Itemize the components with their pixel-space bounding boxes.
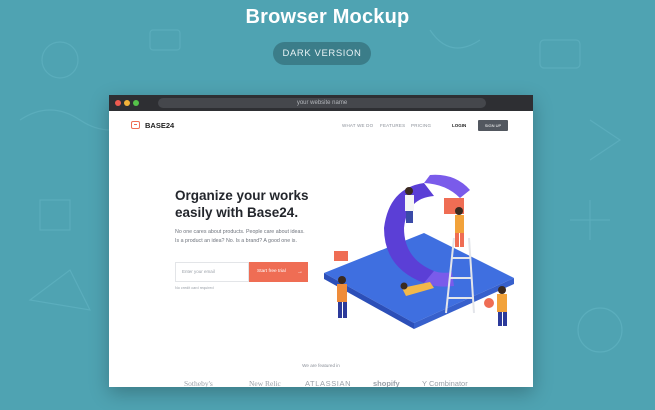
brand-name[interactable]: BASE24 (145, 121, 174, 130)
subtext-line-1: No one cares about products. People care… (175, 229, 305, 235)
site-navbar: BASE24 WHAT WE DO FEATURES PRICING LOGIN… (109, 111, 533, 133)
start-trial-button[interactable]: Start free trial → (249, 262, 308, 282)
featured-in-label: We are featured in (302, 363, 340, 368)
page-title: Browser Mockup (245, 6, 410, 28)
partner-logo-atlassian: ATLASSIAN (305, 379, 352, 387)
no-credit-card-note: No credit card required (175, 286, 214, 290)
arrow-right-icon: → (297, 269, 303, 275)
browser-window: your website name BASE24 WHAT WE DO FEAT… (109, 95, 533, 387)
headline-line-2: easily with Base24. (175, 205, 299, 220)
hero-illustration (324, 174, 514, 329)
subtext-line-2: Is a product an idea? No. Is a brand? A … (175, 238, 297, 244)
dark-version-button[interactable]: DARK VERSION (273, 42, 371, 65)
hero-headline: Organize your works easily with Base24. (175, 187, 325, 221)
email-input[interactable]: Enter your email (175, 262, 249, 282)
login-link[interactable]: LOGIN (452, 123, 466, 128)
partner-logo-ycombinator: Y Combinator (422, 379, 468, 387)
maximize-window-dot[interactable] (133, 100, 139, 106)
minimize-window-dot[interactable] (124, 100, 130, 106)
nav-pricing[interactable]: PRICING (411, 123, 431, 128)
close-window-dot[interactable] (115, 100, 121, 106)
hero-subtext: No one cares about products. People care… (175, 228, 335, 246)
partner-logo-sothebys: Sotheby's (184, 379, 213, 387)
signup-button[interactable]: SIGN UP (478, 120, 508, 131)
address-bar[interactable]: your website name (158, 98, 486, 108)
nav-what-we-do[interactable]: WHAT WE DO (342, 123, 373, 128)
browser-titlebar: your website name (109, 95, 533, 111)
start-trial-label: Start free trial (257, 269, 286, 274)
headline-line-1: Organize your works (175, 188, 309, 203)
partner-logo-shopify: shopify (373, 379, 400, 387)
brand-logo-icon (131, 121, 140, 129)
nav-features[interactable]: FEATURES (380, 123, 405, 128)
partner-logo-new-relic: New Relic (249, 379, 281, 387)
